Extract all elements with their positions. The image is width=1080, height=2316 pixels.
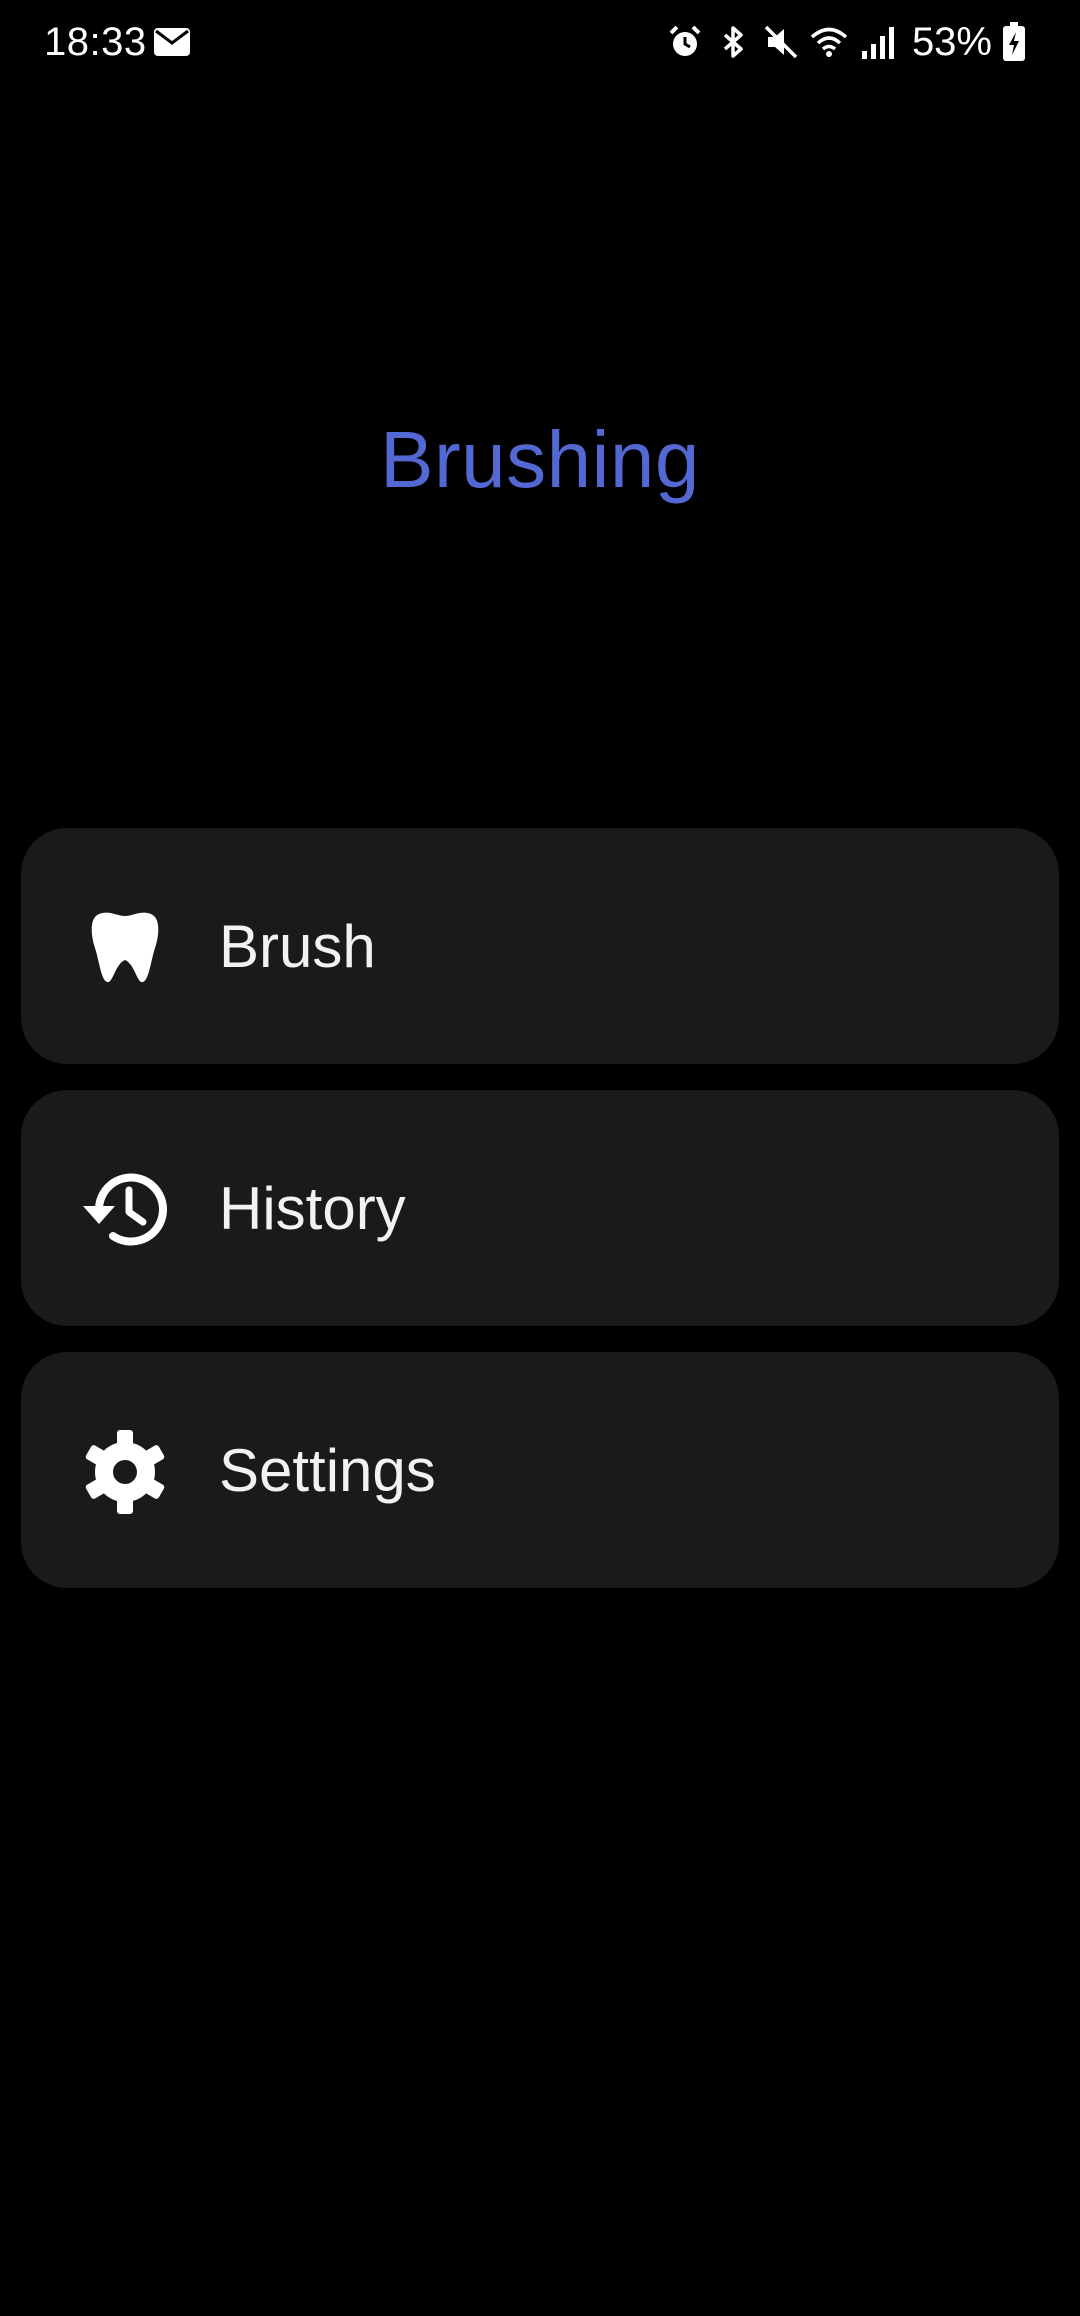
status-time: 18:33 <box>44 20 147 64</box>
tooth-icon <box>91 912 159 983</box>
battery-charging-icon <box>1003 22 1025 61</box>
bluetooth-icon <box>723 26 743 58</box>
history-button[interactable]: History <box>21 1090 1059 1326</box>
mute-icon <box>764 25 798 59</box>
signal-icon <box>861 27 894 59</box>
battery-percentage: 53% <box>911 20 992 64</box>
settings-label: Settings <box>219 1436 436 1504</box>
settings-button[interactable]: Settings <box>21 1352 1059 1588</box>
wifi-icon <box>810 27 848 57</box>
mail-icon <box>154 28 190 56</box>
status-bar: 18:33 53% <box>0 0 1080 86</box>
alarm-icon <box>669 25 701 56</box>
brush-button[interactable]: Brush <box>21 828 1059 1064</box>
brush-label: Brush <box>219 912 376 980</box>
history-label: History <box>219 1174 406 1242</box>
main-menu: Brush History Settings <box>21 828 1059 1614</box>
history-icon <box>83 1173 167 1246</box>
page-title: Brushing <box>380 415 700 504</box>
status-icons: 53% <box>666 14 1026 70</box>
app-screen: 18:33 53% Brushing Brush History Setting… <box>0 0 1080 2316</box>
gear-icon <box>85 1430 165 1514</box>
